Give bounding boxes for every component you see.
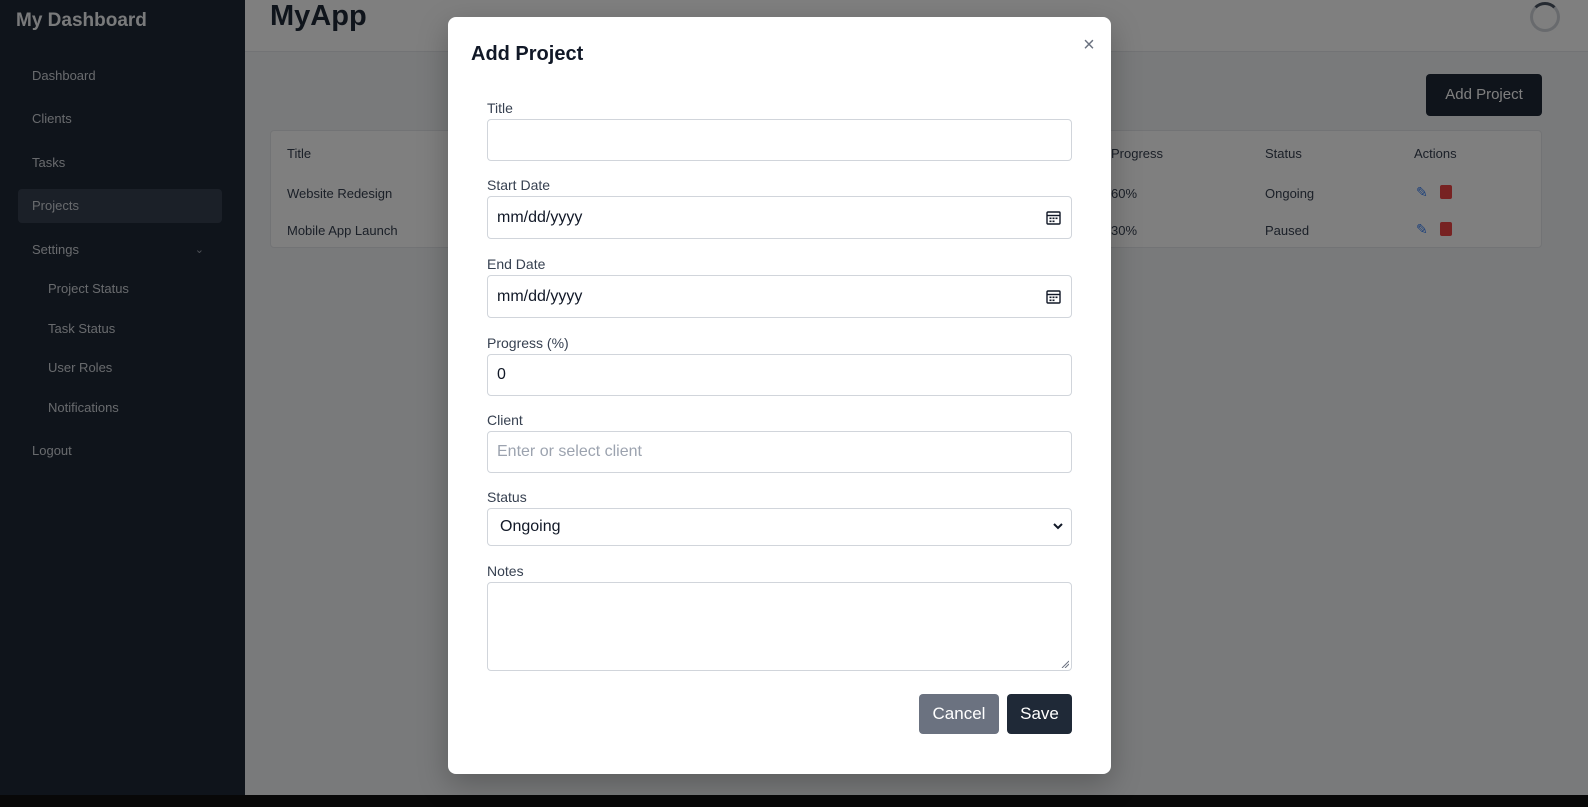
modal-title: Add Project [471, 43, 584, 65]
notes-textarea[interactable] [487, 582, 1072, 671]
calendar-icon[interactable] [1046, 210, 1061, 225]
end-date-label: End Date [487, 256, 546, 272]
start-date-placeholder: mm/dd/yyyy [497, 209, 583, 226]
progress-label: Progress (%) [487, 335, 569, 351]
client-placeholder: Enter or select client [497, 443, 642, 460]
start-date-input[interactable]: mm/dd/yyyy [487, 196, 1072, 239]
notes-label: Notes [487, 563, 524, 579]
title-input[interactable] [487, 119, 1072, 161]
save-button[interactable]: Save [1007, 694, 1072, 734]
client-input[interactable]: Enter or select client [487, 431, 1072, 473]
start-date-label: Start Date [487, 177, 551, 193]
end-date-input[interactable]: mm/dd/yyyy [487, 275, 1072, 318]
status-label: Status [487, 489, 527, 505]
cancel-button[interactable]: Cancel [919, 694, 999, 734]
end-date-placeholder: mm/dd/yyyy [497, 288, 583, 305]
status-select[interactable]: Ongoing [487, 508, 1072, 546]
client-label: Client [487, 412, 523, 428]
chevron-down-icon [1053, 523, 1063, 530]
calendar-icon[interactable] [1046, 289, 1061, 304]
title-label: Title [487, 100, 513, 116]
resize-grip-icon[interactable] [1061, 660, 1069, 668]
status-selected-value: Ongoing [500, 518, 561, 535]
close-icon[interactable]: × [1080, 34, 1098, 56]
add-project-modal: Add Project × Title Start Date mm/dd/yyy… [448, 17, 1111, 774]
progress-input[interactable]: 0 [487, 354, 1072, 396]
